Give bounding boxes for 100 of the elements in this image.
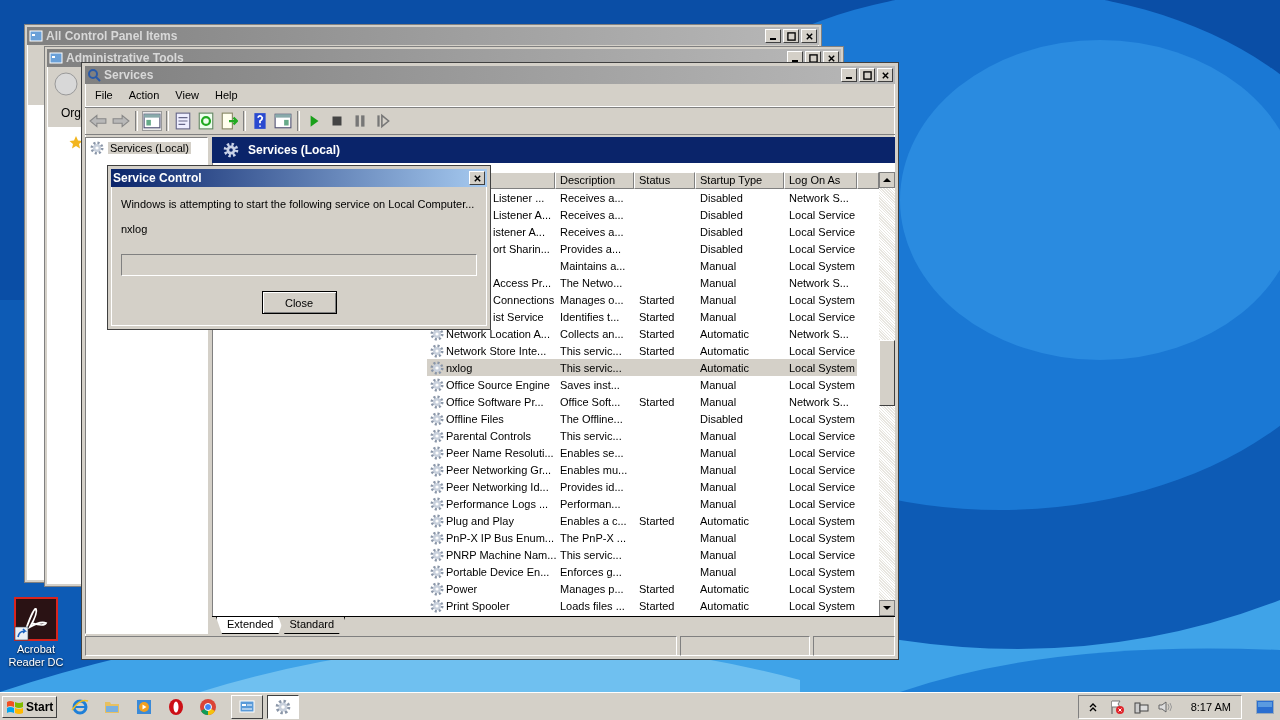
table-cell: Manual bbox=[700, 276, 737, 289]
table-row[interactable]: Parental Controls This servic... Manual Local Service bbox=[427, 427, 857, 444]
gear-icon bbox=[89, 140, 105, 156]
table-row[interactable]: Office Software Pr... Office Soft... Started Manual Network S... bbox=[427, 393, 857, 410]
table-cell: Local System bbox=[789, 293, 856, 306]
table-row[interactable]: Peer Networking Gr... Enables mu... Manual Local Service bbox=[427, 461, 857, 478]
window-icon bbox=[29, 29, 43, 43]
dialog-message: Windows is attempting to start the following service on Local Computer... bbox=[121, 198, 476, 210]
maximize-icon bbox=[786, 31, 796, 41]
dialog-title: Service Control bbox=[113, 171, 202, 185]
table-cell: Listener ... bbox=[493, 191, 545, 204]
table-cell: Automatic bbox=[700, 344, 749, 357]
refresh-icon[interactable] bbox=[197, 112, 215, 130]
table-cell: Manages o... bbox=[560, 293, 624, 306]
table-cell: Local Service bbox=[789, 208, 856, 221]
selected-row[interactable]: nxlog This servic... Automatic Local System bbox=[427, 359, 857, 376]
column-header[interactable]: Log On As bbox=[784, 172, 857, 189]
menu-item[interactable]: Help bbox=[206, 89, 246, 101]
browser-circle-icon[interactable] bbox=[199, 697, 218, 716]
table-row[interactable]: Office Source Engine Saves inst... Manual Local System bbox=[427, 376, 857, 393]
properties-icon[interactable] bbox=[174, 112, 192, 130]
table-row[interactable]: Print Spooler Loads files ... Started Automatic Local System bbox=[427, 597, 857, 614]
resume-icon[interactable] bbox=[374, 112, 392, 130]
gear-icon bbox=[429, 444, 445, 461]
browser-e-icon[interactable] bbox=[71, 697, 90, 716]
start-button[interactable]: Start bbox=[2, 695, 58, 718]
table-cell: Started bbox=[639, 395, 675, 408]
flag-error-icon[interactable] bbox=[1108, 698, 1125, 715]
menu-item[interactable]: Action bbox=[120, 89, 168, 101]
table-cell: Network S... bbox=[789, 276, 849, 289]
toolbar-text[interactable]: Org bbox=[61, 106, 81, 120]
table-cell: Manual bbox=[700, 548, 737, 561]
table-cell: Network S... bbox=[789, 191, 849, 204]
tab[interactable]: Standard bbox=[278, 617, 346, 634]
gear-icon bbox=[429, 512, 445, 529]
taskbar-window-button[interactable] bbox=[267, 694, 300, 719]
pdf-reader-icon[interactable] bbox=[14, 597, 58, 641]
table-cell: The Offline... bbox=[560, 412, 623, 425]
ring-o-icon[interactable] bbox=[167, 697, 186, 716]
scroll-thumb[interactable] bbox=[879, 340, 895, 406]
menu-item[interactable]: View bbox=[167, 89, 207, 101]
table-cell: This servic... bbox=[560, 548, 622, 561]
pane-title: Services (Local) bbox=[248, 143, 341, 157]
table-row[interactable]: Offline Files The Offline... Disabled Local System bbox=[427, 410, 857, 427]
minimize-button[interactable] bbox=[841, 68, 857, 82]
table-row[interactable]: Network Store Inte... This servic... Started Automatic Local Service bbox=[427, 342, 857, 359]
table-cell: Local Service bbox=[789, 497, 856, 510]
clock[interactable]: 8:17 AM bbox=[1190, 700, 1231, 713]
table-row[interactable]: Peer Name Resoluti... Enables se... Manual Local Service bbox=[427, 444, 857, 461]
table-cell: Local Service bbox=[789, 548, 856, 561]
close-button[interactable] bbox=[801, 29, 817, 43]
table-row[interactable]: Power Manages p... Started Automatic Local System bbox=[427, 580, 857, 597]
table-cell: Automatic bbox=[700, 599, 749, 612]
scrollbar[interactable] bbox=[879, 172, 895, 616]
table-cell: Local Service bbox=[789, 310, 856, 323]
export-list-icon[interactable] bbox=[220, 112, 238, 130]
table-cell: PnP-X IP Bus Enum... bbox=[446, 531, 554, 544]
table-cell: Automatic bbox=[700, 514, 749, 527]
scroll-down-button[interactable] bbox=[879, 600, 895, 616]
table-cell: The Netwo... bbox=[560, 276, 623, 289]
column-header[interactable]: Description bbox=[555, 172, 634, 189]
table-row[interactable]: Peer Networking Id... Provides id... Manual Local Service bbox=[427, 478, 857, 495]
table-cell: Network Location A... bbox=[446, 327, 550, 340]
column-header[interactable]: Status bbox=[634, 172, 695, 189]
table-cell: Manual bbox=[700, 480, 737, 493]
scroll-up-button[interactable] bbox=[879, 172, 895, 188]
gear-icon bbox=[429, 580, 445, 597]
table-row[interactable]: PNRP Machine Nam... This servic... Manual Local Service bbox=[427, 546, 857, 563]
table-row[interactable]: PnP-X IP Bus Enum... The PnP-X ... Manual Local System bbox=[427, 529, 857, 546]
console-tree-icon[interactable] bbox=[143, 112, 161, 130]
minimize-button[interactable] bbox=[765, 29, 781, 43]
gear-icon bbox=[429, 393, 445, 410]
table-cell: Saves inst... bbox=[560, 378, 620, 391]
tree-item[interactable]: Services (Local) bbox=[108, 142, 191, 154]
speaker-icon[interactable] bbox=[1156, 698, 1173, 715]
table-cell: Enables mu... bbox=[560, 463, 628, 476]
menu-item[interactable]: File bbox=[87, 89, 121, 101]
gear-icon bbox=[429, 529, 445, 546]
table-row[interactable]: Performance Logs ... Performan... Manual Local Service bbox=[427, 495, 857, 512]
show-desktop-icon[interactable] bbox=[1256, 699, 1274, 714]
table-cell: ist Service bbox=[493, 310, 544, 323]
gear-icon bbox=[429, 563, 445, 580]
maximize-button[interactable] bbox=[859, 68, 875, 82]
close-button[interactable] bbox=[469, 171, 485, 185]
table-cell: Local System bbox=[789, 361, 856, 374]
table-row[interactable]: Plug and Play Enables a c... Started Automatic Local System bbox=[427, 512, 857, 529]
close-button[interactable] bbox=[877, 68, 893, 82]
desktop-icon-label[interactable]: Acrobat Reader DC bbox=[4, 643, 68, 669]
column-header[interactable]: Startup Type bbox=[695, 172, 784, 189]
close-dialog-button[interactable]: Close bbox=[261, 291, 337, 314]
close-icon bbox=[880, 70, 890, 80]
table-cell: Started bbox=[639, 514, 675, 527]
media-player-icon[interactable] bbox=[135, 697, 154, 716]
table-row[interactable]: Network Location A... Collects an... Started Automatic Network S... bbox=[427, 325, 857, 342]
help-icon[interactable] bbox=[251, 112, 269, 130]
action-pane-icon[interactable] bbox=[274, 112, 292, 130]
gear-icon bbox=[429, 410, 445, 427]
column-header[interactable] bbox=[857, 172, 879, 189]
table-row[interactable]: Portable Device En... Enforces g... Manual Local System bbox=[427, 563, 857, 580]
maximize-button[interactable] bbox=[783, 29, 799, 43]
